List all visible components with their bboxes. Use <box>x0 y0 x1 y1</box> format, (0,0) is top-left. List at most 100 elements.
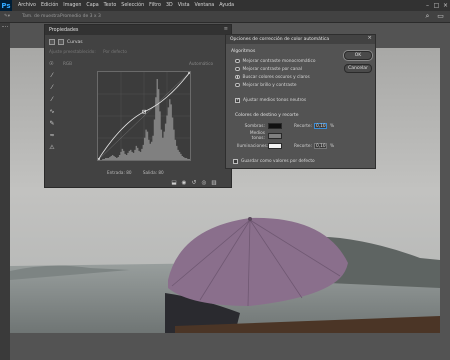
snap-neutral-midtones-row[interactable]: Ajustar medios tonos neutros <box>235 97 307 103</box>
mask-icon[interactable] <box>58 39 64 45</box>
menu-filtro[interactable]: Filtro <box>149 3 161 8</box>
algorithms-group: Algoritmos Mejorar contraste monocromáti… <box>231 49 343 91</box>
midtones-label: Medios tonos: <box>249 131 265 141</box>
highlights-swatch[interactable] <box>268 143 282 149</box>
trash-icon[interactable]: ▥ <box>209 180 219 186</box>
properties-header[interactable]: Propiedades <box>45 25 231 35</box>
workspace-icon[interactable]: ▭ <box>436 12 445 22</box>
gray-point-eyedropper-icon[interactable]: ⁄ <box>48 84 56 92</box>
adjustment-layer-icon <box>49 39 55 45</box>
shadows-row: Sombras: Recorte: 0,10 % <box>237 122 334 130</box>
highlights-row: Iluminaciones: Recorte: 0,10 % <box>237 142 334 150</box>
menu-vista[interactable]: Vista <box>178 3 190 8</box>
sample-size-label: Tam. de muestra <box>22 14 60 19</box>
shadows-swatch[interactable] <box>268 123 282 129</box>
auto-color-options-dialog: Opciones de corrección de color automáti… <box>225 34 376 169</box>
close-icon[interactable]: × <box>441 2 450 9</box>
tools-grip[interactable] <box>2 26 8 28</box>
menu-ventana[interactable]: Ventana <box>195 3 215 8</box>
targets-clipping-label: Colores de destino y recorte <box>235 113 299 118</box>
radio-button-selected[interactable] <box>235 74 240 80</box>
radio-button[interactable] <box>235 66 240 72</box>
close-icon[interactable]: × <box>367 35 372 41</box>
curve-svg <box>98 72 190 160</box>
eyedropper-tool-icon[interactable]: ✎▾ <box>4 13 10 21</box>
preset-label: Ajuste preestablecido: <box>49 49 96 54</box>
adjustment-name: Curvas <box>67 39 83 45</box>
clip-to-layer-icon[interactable]: ⬓ <box>169 180 179 186</box>
visibility-icon[interactable]: ◎ <box>199 180 209 186</box>
window-controls: – □ × <box>423 0 450 11</box>
target-adjust-icon[interactable]: ☉ <box>49 61 53 67</box>
midtones-row: Medios tonos: <box>237 131 294 141</box>
radio-button[interactable] <box>235 58 240 64</box>
auto-button[interactable]: Automático <box>189 61 213 66</box>
snap-neutral-midtones-checkbox[interactable] <box>235 97 240 103</box>
menu-3d[interactable]: 3D <box>166 3 173 8</box>
tools-panel <box>0 23 10 360</box>
adjustment-row: Curvas <box>49 38 83 46</box>
input-readout: Entrada: 80 <box>107 170 132 175</box>
clipping-warning-icon[interactable]: ⚠ <box>48 144 56 152</box>
black-point-eyedropper-icon[interactable]: ⁄ <box>48 72 56 80</box>
save-defaults-label: Guardar como valores por defecto <box>241 159 315 164</box>
input-output-readout: Entrada: 80 Salida: 80 <box>107 170 164 175</box>
algorithm-option-dark-light[interactable]: Buscar colores oscuros y claros <box>235 73 343 81</box>
view-previous-icon[interactable]: ◉ <box>179 180 189 186</box>
radio-label: Mejorar brillo y contraste <box>242 82 297 88</box>
shadows-clip-label: Recorte: <box>294 123 312 129</box>
radio-label: Mejorar contraste monocromático <box>242 58 316 64</box>
photoshop-logo: Ps <box>0 0 12 11</box>
shadows-clip-input[interactable]: 0,10 <box>313 123 327 129</box>
white-point-eyedropper-icon[interactable]: ⁄ <box>48 96 56 104</box>
channel-row: ☉ RGB Automático <box>49 61 229 69</box>
menu-texto[interactable]: Texto <box>104 3 117 8</box>
panel-menu-icon[interactable]: ≡ <box>224 26 228 32</box>
midtones-swatch[interactable] <box>268 133 282 139</box>
curve-graph[interactable] <box>97 71 191 161</box>
preset-row[interactable]: Ajuste preestablecido: Por defecto <box>49 49 127 54</box>
algorithm-option-monochromatic[interactable]: Mejorar contraste monocromático <box>235 57 343 65</box>
minimize-icon[interactable]: – <box>423 2 432 9</box>
highlights-label: Iluminaciones: <box>237 143 269 149</box>
ok-button[interactable]: OK <box>344 51 372 60</box>
menu-bar: Ps Archivo Edición Imagen Capa Texto Sel… <box>0 0 450 11</box>
menu-ayuda[interactable]: Ayuda <box>219 3 234 8</box>
algorithm-option-per-channel[interactable]: Mejorar contraste por canal <box>235 65 343 73</box>
menu-capa[interactable]: Capa <box>86 3 98 8</box>
search-icon[interactable]: ⌕ <box>423 12 432 22</box>
menu-imagen[interactable]: Imagen <box>63 3 81 8</box>
dialog-title: Opciones de corrección de color automáti… <box>230 37 330 42</box>
properties-footer: ⬓ ◉ ↺ ◎ ▥ <box>169 180 219 186</box>
pencil-icon[interactable]: ✎ <box>48 120 56 128</box>
preset-select[interactable]: Por defecto <box>103 49 127 54</box>
properties-title: Propiedades <box>49 27 79 33</box>
menu-seleccion[interactable]: Selección <box>121 3 144 8</box>
menu-archivo[interactable]: Archivo <box>18 3 36 8</box>
save-defaults-checkbox[interactable] <box>233 159 238 164</box>
cancel-button[interactable]: Cancelar <box>344 64 372 73</box>
radio-label: Buscar colores oscuros y claros <box>242 74 310 80</box>
radio-button[interactable] <box>235 82 240 88</box>
edit-points-icon[interactable]: ∿ <box>48 108 56 116</box>
curve-tools: ⁄ ⁄ ⁄ ∿ ✎ ≈ ⚠ <box>48 72 58 156</box>
reset-icon[interactable]: ↺ <box>189 180 199 186</box>
shadows-label: Sombras: <box>244 123 265 129</box>
options-bar: ✎▾ Tam. de muestra Promedio de 3 x 3 ⌕ ▭ <box>0 11 450 23</box>
snap-neutral-midtones-label: Ajustar medios tonos neutros <box>243 98 307 103</box>
smooth-icon[interactable]: ≈ <box>48 132 56 140</box>
highlights-pct: % <box>329 143 335 149</box>
properties-panel: Propiedades ≡ Curvas Ajuste preestableci… <box>44 24 232 188</box>
sample-size-select[interactable]: Promedio de 3 x 3 <box>60 13 101 21</box>
dialog-header[interactable]: Opciones de corrección de color automáti… <box>226 35 375 44</box>
algorithm-option-brightness-contrast[interactable]: Mejorar brillo y contraste <box>235 81 343 89</box>
umbrella-tip <box>248 217 252 221</box>
save-defaults-row[interactable]: Guardar como valores por defecto <box>233 159 315 164</box>
maximize-icon[interactable]: □ <box>432 2 441 9</box>
channel-select[interactable]: RGB <box>63 61 72 66</box>
highlights-clip-input[interactable]: 0,10 <box>313 143 327 149</box>
shadows-pct: % <box>329 123 335 129</box>
highlights-clip-label: Recorte: <box>294 143 312 149</box>
menu-edicion[interactable]: Edición <box>41 3 58 8</box>
output-readout: Salida: 80 <box>142 170 164 175</box>
